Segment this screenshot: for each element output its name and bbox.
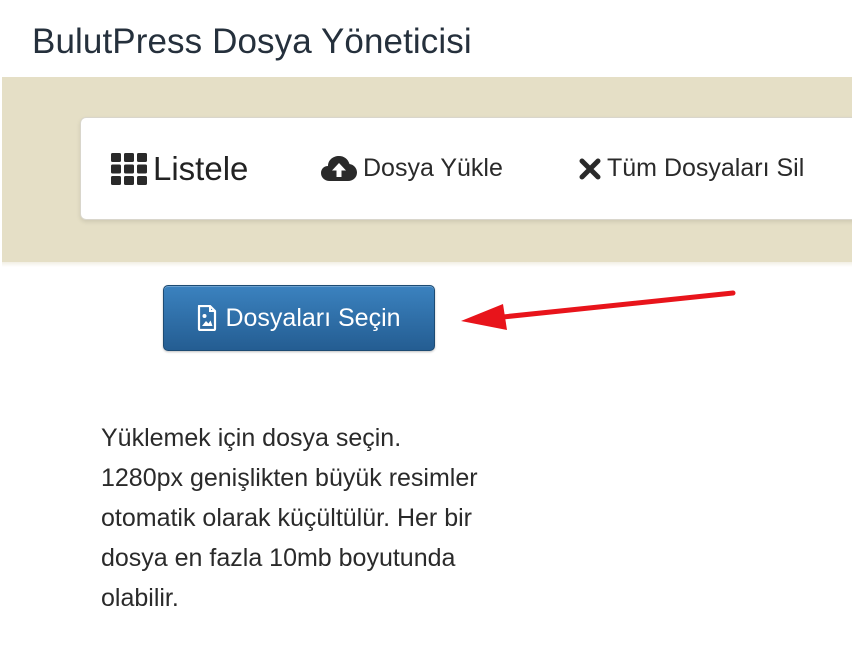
grid-icon [111,152,147,185]
nav-item-delete-all[interactable]: Tüm Dosyaları Sil [579,118,804,219]
page: BulutPress Dosya Yöneticisi Listele Dosy… [0,0,852,654]
nav-item-upload[interactable]: Dosya Yükle [321,118,503,219]
annotation-arrow [461,290,736,330]
upload-info-text: Yüklemek için dosya seçin. 1280px genişl… [101,424,478,612]
banner-divider [2,262,852,267]
nav-item-upload-label: Dosya Yükle [363,154,503,182]
cloud-upload-icon [321,155,357,182]
nav-item-list-label: Listele [153,149,249,187]
nav-bar: Listele Dosya Yükle Tüm Dosyaları Sil [80,117,852,220]
image-file-icon [197,305,217,331]
select-files-button[interactable]: Dosyaları Seçin [163,285,435,351]
close-icon [579,158,601,180]
nav-item-list[interactable]: Listele [111,118,248,219]
select-files-button-label: Dosyaları Seçin [225,303,401,332]
nav-item-delete-all-label: Tüm Dosyaları Sil [607,154,805,182]
page-title: BulutPress Dosya Yöneticisi [32,22,472,61]
